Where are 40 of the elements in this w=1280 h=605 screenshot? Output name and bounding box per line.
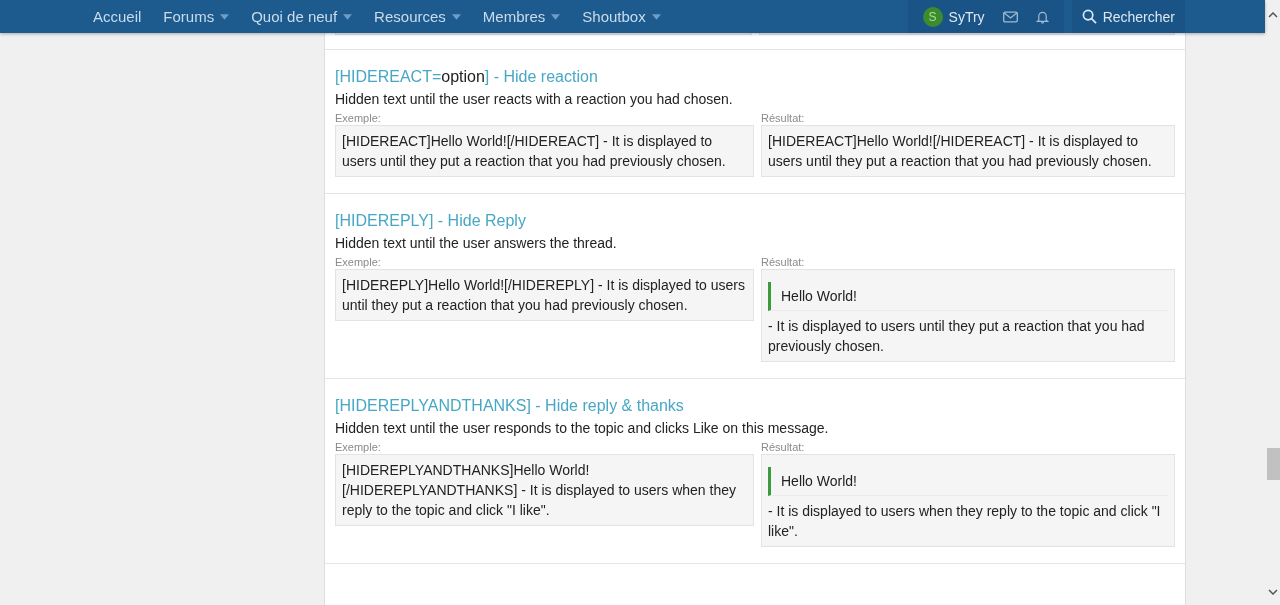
- section-title: [HIDEREPLYANDTHANKS] - Hide reply & thanks: [335, 397, 685, 415]
- scrollbar-thumb[interactable]: [1267, 448, 1280, 480]
- example-label: Exemple:: [335, 441, 382, 453]
- example-box: [HIDEREPLYANDTHANKS]Hello World![/HIDEREPLYANDTHANKS] - It is displayed to users when they reply to the topic and click "I like".: [335, 454, 754, 526]
- example-box: [HIDEREACT]Hello World![/HIDEREACT] - It is displayed to users until they put a reaction that you had previously chosen.: [335, 125, 754, 177]
- user-link[interactable]: S SyTry: [913, 0, 994, 33]
- caret-icon: [551, 13, 561, 20]
- caret-icon: [651, 13, 661, 20]
- nav-link[interactable]: Shoutbox: [571, 0, 672, 33]
- hidden-content-quote: Hello World!: [768, 467, 1168, 496]
- nav-link[interactable]: Resources: [363, 0, 472, 33]
- result-label: Résultat:: [761, 441, 806, 453]
- search-button[interactable]: Rechercher: [1071, 0, 1185, 33]
- example-label: Exemple:: [335, 256, 382, 268]
- example-label: Exemple:: [335, 112, 382, 124]
- example-box: [HIDEREPLY]Hello World![/HIDEREPLY] - It is displayed to users until they put a reaction that you had previously chosen.: [335, 269, 754, 321]
- caret-icon: [220, 13, 230, 20]
- caret-icon: [343, 13, 353, 20]
- envelope-icon: [1002, 10, 1018, 23]
- result-text: - It is displayed to users until they put a reaction that you had previously chosen.: [768, 317, 1146, 356]
- result-text: - It is displayed to users when they reply to the topic and click "I like".: [768, 502, 1162, 541]
- nav-link[interactable]: Forums: [152, 0, 241, 33]
- hidden-content-quote: Hello World!: [768, 282, 1168, 311]
- avatar: S: [922, 6, 943, 27]
- result-box: [HIDEREACT]Hello World![/HIDEREACT] - It is displayed to users until they put a reaction that you had previously chosen.: [761, 125, 1175, 177]
- nav-link[interactable]: Accueil: [82, 0, 153, 33]
- section-title: [HIDEREACT=option] - Hide reaction: [335, 68, 599, 86]
- nav-link[interactable]: Quoi de neuf: [240, 0, 364, 33]
- nav-link[interactable]: Membres: [471, 0, 572, 33]
- scroll-down-icon[interactable]: [1267, 589, 1278, 595]
- result-label: Résultat:: [761, 256, 806, 268]
- result-label: Résultat:: [761, 112, 806, 124]
- section-description: Hidden text until the user responds to the topic and clicks Like on this message.: [335, 420, 830, 436]
- scroll-up-icon[interactable]: [1267, 12, 1278, 18]
- section-description: Hidden text until the user reacts with a reaction you had chosen.: [335, 91, 734, 107]
- search-icon: [1081, 9, 1097, 24]
- bell-icon: [1035, 9, 1049, 24]
- section-title: [HIDEREPLY] - Hide Reply: [335, 212, 527, 230]
- caret-icon: [451, 13, 461, 20]
- section-description: Hidden text until the user answers the thread.: [335, 235, 618, 251]
